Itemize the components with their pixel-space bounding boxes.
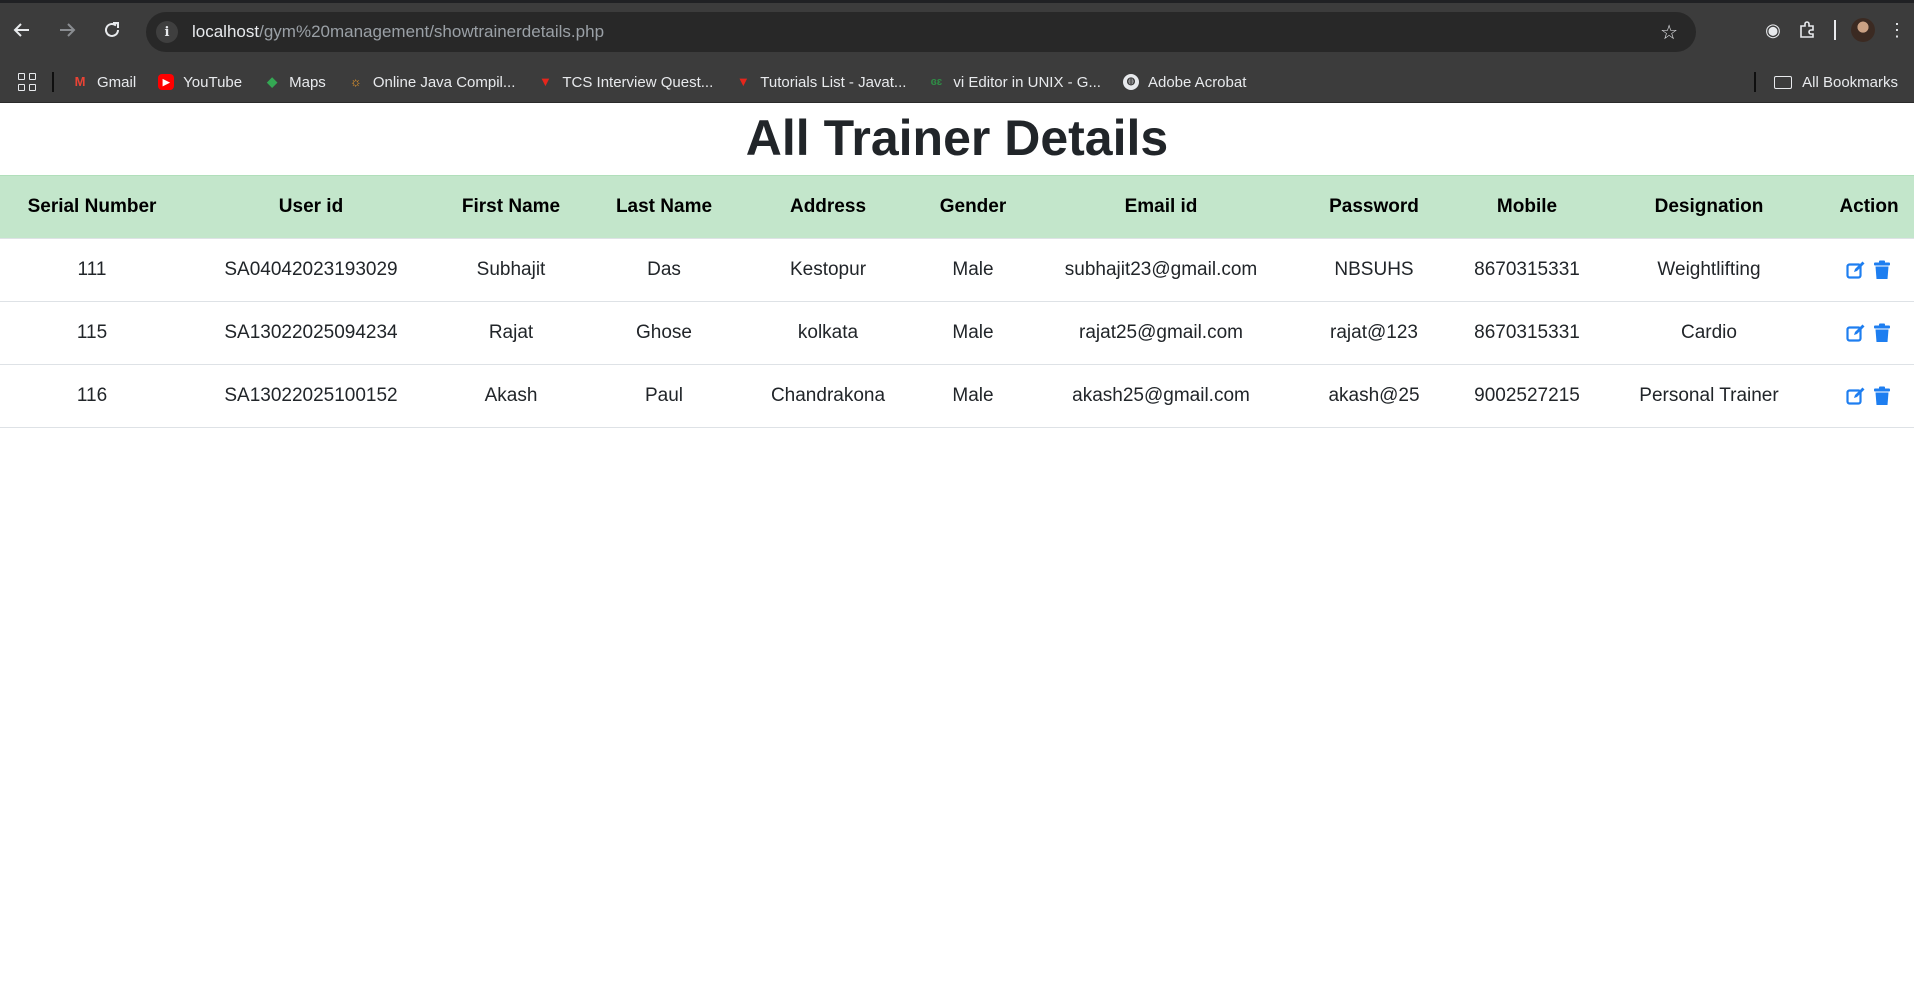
table-row: 115 SA13022025094234 Rajat Ghose kolkata… <box>0 301 1914 365</box>
page-content: All Trainer Details Serial Number User i… <box>0 103 1914 428</box>
cell-designation: Cardio <box>1594 301 1824 365</box>
cell-password: NBSUHS <box>1288 238 1460 302</box>
trainer-table: Serial Number User id First Name Last Na… <box>0 175 1914 428</box>
table-row: 111 SA04042023193029 Subhajit Das Kestop… <box>0 238 1914 302</box>
bookmark-online-java-compiler[interactable]: ☼ Online Java Compil... <box>348 74 516 91</box>
column-header-first-name: First Name <box>438 175 584 239</box>
column-header-serial-number: Serial Number <box>0 175 184 239</box>
column-header-gender: Gender <box>912 175 1034 239</box>
page-title: All Trainer Details <box>745 110 1169 166</box>
delete-icon[interactable] <box>1872 386 1892 406</box>
geeksforgeeks-icon: ɞɛ <box>930 76 943 88</box>
all-bookmarks-button[interactable]: All Bookmarks <box>1754 62 1898 102</box>
cell-email: rajat25@gmail.com <box>1034 301 1288 365</box>
column-header-mobile: Mobile <box>1460 175 1594 239</box>
cell-user-id: SA04042023193029 <box>184 238 438 302</box>
cell-gender: Male <box>912 364 1034 428</box>
column-header-last-name: Last Name <box>584 175 744 239</box>
cell-last-name: Ghose <box>584 301 744 365</box>
tab-strip <box>0 0 1914 3</box>
cell-designation: Personal Trainer <box>1594 364 1824 428</box>
delete-icon[interactable] <box>1872 323 1892 343</box>
back-icon[interactable] <box>6 14 38 46</box>
menu-kebab-icon[interactable]: ⋮ <box>1880 14 1914 46</box>
column-header-password: Password <box>1288 175 1460 239</box>
cell-gender: Male <box>912 238 1034 302</box>
bookmarks-bar: M Gmail ▶ YouTube ◆ Maps ☼ Online Java Compi… <box>0 62 1914 103</box>
youtube-icon: ▶ <box>158 74 175 90</box>
cell-gender: Male <box>912 301 1034 365</box>
cell-address: Kestopur <box>744 238 912 302</box>
apps-grid-icon[interactable] <box>18 73 36 91</box>
cell-user-id: SA13022025100152 <box>184 364 438 428</box>
address-bar[interactable]: i localhost/gym%20management/showtrainer… <box>146 12 1696 52</box>
maps-icon: ◆ <box>267 74 278 89</box>
cell-email: subhajit23@gmail.com <box>1034 238 1288 302</box>
column-header-address: Address <box>744 175 912 239</box>
cell-designation: Weightlifting <box>1594 238 1824 302</box>
cell-address: kolkata <box>744 301 912 365</box>
cell-action <box>1824 301 1914 365</box>
cell-mobile: 9002527215 <box>1460 364 1594 428</box>
cell-first-name: Rajat <box>438 301 584 365</box>
edit-icon[interactable] <box>1846 323 1866 343</box>
cell-password: akash@25 <box>1288 364 1460 428</box>
bookmarks-divider <box>52 72 54 92</box>
cell-mobile: 8670315331 <box>1460 238 1594 302</box>
bookmark-adobe-acrobat[interactable]: ◍ Adobe Acrobat <box>1122 74 1246 91</box>
delete-icon[interactable] <box>1872 260 1892 280</box>
all-bookmarks-divider <box>1754 72 1757 92</box>
browser-toolbar: i localhost/gym%20management/showtrainer… <box>0 0 1914 62</box>
bookmark-gmail[interactable]: M Gmail <box>72 74 137 91</box>
cell-user-id: SA13022025094234 <box>184 301 438 365</box>
bookmark-tcs-interview[interactable]: ▼ TCS Interview Quest... <box>537 74 713 91</box>
cell-last-name: Das <box>584 238 744 302</box>
cell-serial-number: 111 <box>0 238 184 302</box>
cell-first-name: Subhajit <box>438 238 584 302</box>
cell-action <box>1824 238 1914 302</box>
cell-password: rajat@123 <box>1288 301 1460 365</box>
table-row: 116 SA13022025100152 Akash Paul Chandrak… <box>0 364 1914 428</box>
column-header-user-id: User id <box>184 175 438 239</box>
folder-icon <box>1774 75 1793 89</box>
cell-serial-number: 115 <box>0 301 184 365</box>
table-header-row: Serial Number User id First Name Last Na… <box>0 175 1914 239</box>
url-text: localhost/gym%20management/showtrainerde… <box>192 22 605 41</box>
bookmark-tutorials-list[interactable]: ▼ Tutorials List - Javat... <box>735 74 907 91</box>
online-compiler-icon: ☼ <box>349 74 362 89</box>
cell-serial-number: 116 <box>0 364 184 428</box>
column-header-email: Email id <box>1034 175 1288 239</box>
cell-last-name: Paul <box>584 364 744 428</box>
bookmark-vi-editor[interactable]: ɞɛ vi Editor in UNIX - G... <box>928 74 1101 91</box>
globe-icon: ◍ <box>1122 74 1139 90</box>
bookmark-maps[interactable]: ◆ Maps <box>264 74 326 91</box>
reload-icon[interactable] <box>96 14 128 46</box>
toolbar-divider <box>1834 20 1836 40</box>
cell-first-name: Akash <box>438 364 584 428</box>
google-lens-icon[interactable]: ◉ <box>1756 14 1790 46</box>
javatpoint-icon: ▼ <box>736 74 750 89</box>
edit-icon[interactable] <box>1846 260 1866 280</box>
gmail-icon: M <box>74 74 86 89</box>
cell-address: Chandrakona <box>744 364 912 428</box>
forward-icon[interactable] <box>51 14 83 46</box>
all-bookmarks-label: All Bookmarks <box>1802 73 1898 91</box>
column-header-action: Action <box>1824 175 1914 239</box>
tcs-icon: ▼ <box>538 74 552 89</box>
site-info-icon[interactable]: i <box>156 21 178 43</box>
cell-mobile: 8670315331 <box>1460 301 1594 365</box>
column-header-designation: Designation <box>1594 175 1824 239</box>
extensions-icon[interactable] <box>1790 14 1824 46</box>
cell-action <box>1824 364 1914 428</box>
cell-email: akash25@gmail.com <box>1034 364 1288 428</box>
profile-avatar[interactable] <box>1846 14 1880 46</box>
bookmark-youtube[interactable]: ▶ YouTube <box>158 74 242 91</box>
edit-icon[interactable] <box>1846 386 1866 406</box>
bookmark-star-icon[interactable]: ☆ <box>1660 20 1678 45</box>
toolbar-actions: ◉ ⋮ <box>1756 14 1914 46</box>
